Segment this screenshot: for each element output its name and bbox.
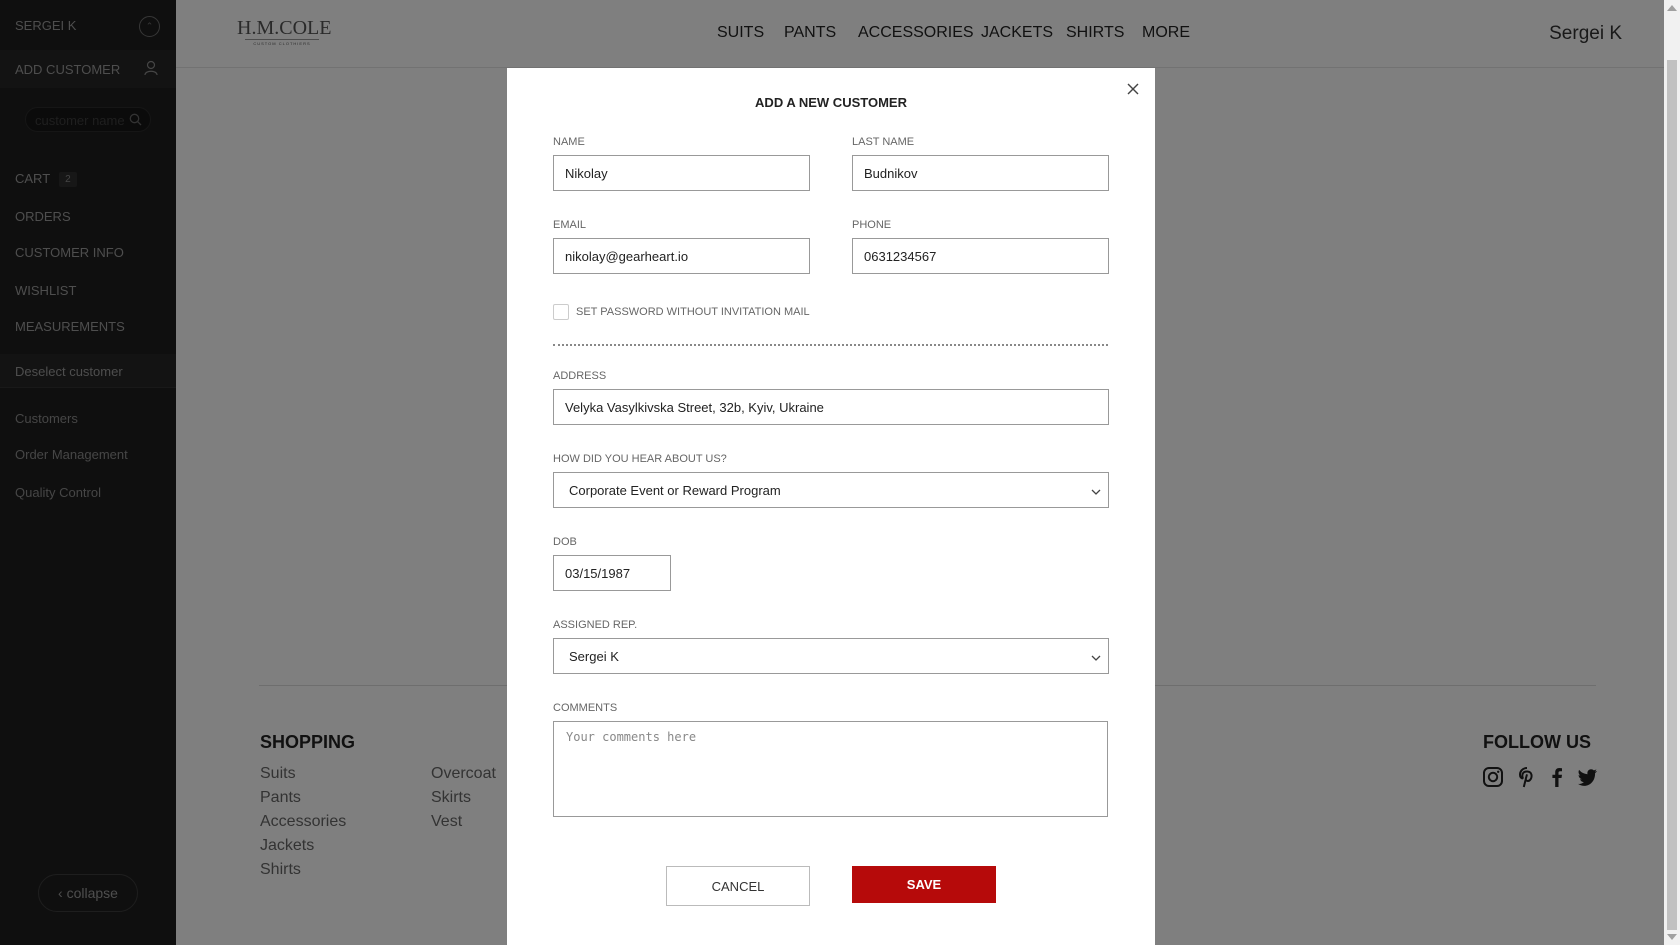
close-icon[interactable]	[1125, 81, 1141, 97]
cancel-button[interactable]: CANCEL	[666, 866, 810, 906]
hear-about-value: Corporate Event or Reward Program	[569, 483, 781, 498]
dob-field[interactable]	[553, 555, 671, 591]
chevron-down-icon	[1090, 485, 1102, 500]
email-field[interactable]	[553, 238, 810, 274]
phone-label: PHONE	[852, 219, 892, 231]
last-name-field[interactable]	[852, 155, 1109, 191]
assigned-rep-value: Sergei K	[569, 649, 619, 664]
scroll-down-arrow-icon[interactable]	[1667, 934, 1677, 940]
chevron-down-icon	[1090, 651, 1102, 666]
comments-label: COMMENTS	[553, 702, 618, 714]
assigned-rep-label: ASSIGNED REP.	[553, 619, 638, 631]
hear-about-label: HOW DID YOU HEAR ABOUT US?	[553, 453, 727, 465]
add-customer-modal: ADD A NEW CUSTOMER NAME LAST NAME EMAIL …	[507, 68, 1155, 945]
email-label: EMAIL	[553, 219, 587, 231]
section-divider	[553, 344, 1108, 346]
last-name-label: LAST NAME	[852, 136, 915, 148]
scroll-up-arrow-icon[interactable]	[1667, 5, 1677, 11]
address-field[interactable]	[553, 389, 1109, 425]
phone-field[interactable]	[852, 238, 1109, 274]
address-label: ADDRESS	[553, 370, 607, 382]
name-field[interactable]	[553, 155, 810, 191]
dob-label: DOB	[553, 536, 577, 548]
page-scrollbar[interactable]	[1664, 0, 1680, 945]
save-button[interactable]: SAVE	[852, 866, 996, 903]
assigned-rep-select[interactable]: Sergei K	[553, 638, 1109, 674]
comments-field[interactable]	[553, 721, 1108, 817]
modal-title: ADD A NEW CUSTOMER	[755, 95, 907, 110]
set-password-label[interactable]: SET PASSWORD WITHOUT INVITATION MAIL	[576, 306, 810, 318]
name-label: NAME	[553, 136, 585, 148]
hear-about-select[interactable]: Corporate Event or Reward Program	[553, 472, 1109, 508]
scrollbar-thumb[interactable]	[1667, 60, 1677, 930]
set-password-checkbox[interactable]	[553, 304, 569, 320]
